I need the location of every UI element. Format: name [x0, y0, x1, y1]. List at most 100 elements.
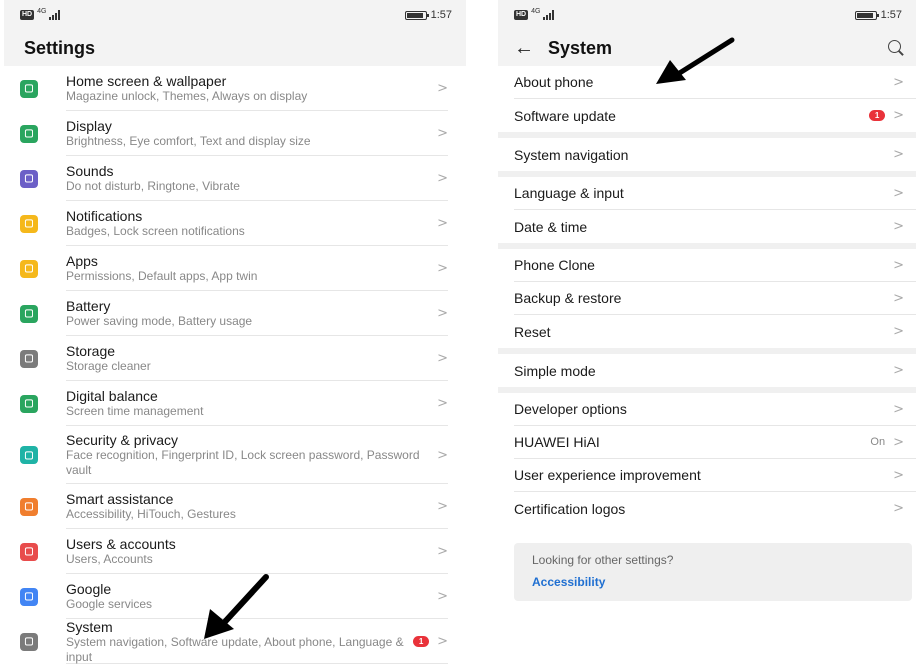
apps-icon: ▢ — [20, 259, 38, 278]
settings-item-notifications[interactable]: ▢ Notifications Badges, Lock screen notifi… — [4, 201, 466, 246]
settings-item-smart-assistance[interactable]: ▢ Smart assistance Accessibility, HiTouch,… — [4, 484, 466, 529]
status-bar: HD 4G 1:57 — [498, 0, 916, 30]
settings-item-system[interactable]: ▢ System System navigation, Software updat… — [4, 619, 466, 664]
system-item-certification-logos[interactable]: Certification logos > — [514, 492, 916, 525]
chevron-right-icon: > — [893, 434, 904, 450]
settings-item-storage[interactable]: ▢ Storage Storage cleaner > — [4, 336, 466, 381]
settings-item-users-accounts[interactable]: ▢ Users & accounts Users, Accounts > — [4, 529, 466, 574]
settings-item-subtitle: Badges, Lock screen notifications — [66, 224, 245, 238]
system-item-label: Date & time — [514, 218, 588, 235]
system-screen: HD 4G 1:57 ← System About phone > Software… — [498, 0, 916, 672]
settings-item-subtitle: Google services — [66, 597, 153, 611]
shield-icon: ▢ — [20, 446, 38, 464]
network-label: 4G — [531, 7, 541, 15]
title-bar: Settings — [4, 30, 466, 66]
system-item-developer-options[interactable]: Developer options > — [514, 393, 916, 426]
system-item-date-time[interactable]: Date & time > — [514, 210, 916, 243]
settings-item-subtitle: System navigation, Software update, Abou… — [66, 634, 404, 664]
settings-screen: HD 4G 1:57 Settings ▢ Home screen & wallp… — [4, 0, 466, 672]
bell-icon: ▢ — [20, 214, 38, 233]
hd-badge: HD — [514, 10, 529, 20]
chevron-right-icon: > — [437, 171, 448, 186]
sound-icon: ▢ — [20, 169, 38, 188]
chevron-right-icon: > — [437, 216, 448, 231]
settings-group: Language & input > Date & time > — [498, 177, 916, 243]
settings-item-home-screen-wallpaper[interactable]: ▢ Home screen & wallpaper Magazine unlock,… — [4, 66, 466, 111]
settings-item-sounds[interactable]: ▢ Sounds Do not disturb, Ringtone, Vibrate… — [4, 156, 466, 201]
system-item-label: Software update — [514, 107, 616, 124]
system-item-huawei-hiai[interactable]: HUAWEI HiAI On > — [514, 426, 916, 459]
google-icon: ▢ — [20, 587, 38, 606]
hourglass-icon: ▢ — [20, 394, 38, 413]
system-item-label: About phone — [514, 74, 594, 90]
search-icon[interactable] — [888, 40, 904, 56]
settings-item-apps[interactable]: ▢ Apps Permissions, Default apps, App twin… — [4, 246, 466, 291]
chevron-right-icon: > — [437, 447, 448, 463]
network-label: 4G — [37, 7, 47, 15]
settings-item-subtitle: Storage cleaner — [66, 359, 151, 373]
system-item-about-phone[interactable]: About phone > — [514, 66, 916, 99]
display-icon: ▢ — [20, 124, 38, 143]
signal-icon — [49, 10, 61, 20]
system-item-language-input[interactable]: Language & input > — [514, 177, 916, 210]
settings-group: About phone > Software update 1 > — [498, 66, 916, 132]
system-item-label: Reset — [514, 323, 551, 340]
chevron-right-icon: > — [437, 126, 448, 141]
system-item-reset[interactable]: Reset > — [514, 315, 916, 348]
chevron-right-icon: > — [437, 351, 448, 366]
chevron-right-icon: > — [893, 290, 904, 306]
storage-icon: ▢ — [20, 349, 38, 368]
system-item-label: HUAWEI HiAI — [514, 434, 600, 450]
hd-badge: HD — [20, 10, 35, 20]
settings-item-title: Apps — [66, 253, 98, 269]
settings-item-title: Display — [66, 118, 112, 134]
chevron-right-icon: > — [893, 147, 904, 162]
title-bar: ← System — [498, 30, 916, 66]
settings-item-title: Smart assistance — [66, 491, 174, 507]
home-screen-icon: ▢ — [20, 79, 38, 98]
settings-item-title: Users & accounts — [66, 536, 176, 552]
settings-list: ▢ Home screen & wallpaper Magazine unlock,… — [4, 66, 466, 664]
system-item-label: System navigation — [514, 146, 629, 163]
settings-item-display[interactable]: ▢ Display Brightness, Eye comfort, Text an… — [4, 111, 466, 156]
settings-item-subtitle: Screen time management — [66, 404, 204, 418]
system-item-software-update[interactable]: Software update 1 > — [514, 99, 916, 132]
settings-item-title: Battery — [66, 298, 111, 314]
settings-item-subtitle: Do not disturb, Ringtone, Vibrate — [66, 179, 240, 193]
other-settings-question: Looking for other settings? — [532, 553, 674, 567]
hand-icon: ▢ — [20, 497, 38, 516]
settings-group: Developer options > HUAWEI HiAI On > User exp… — [498, 393, 916, 525]
system-item-value: On — [870, 436, 886, 448]
back-arrow-icon[interactable]: ← — [514, 38, 534, 58]
system-item-simple-mode[interactable]: Simple mode > — [514, 354, 916, 387]
system-item-phone-clone[interactable]: Phone Clone > — [514, 249, 916, 282]
accessibility-link[interactable]: Accessibility — [532, 575, 912, 589]
settings-item-google[interactable]: ▢ Google Google services > — [4, 574, 466, 619]
system-item-backup-restore[interactable]: Backup & restore > — [514, 282, 916, 315]
system-item-label: Simple mode — [514, 362, 596, 379]
settings-item-title: Storage — [66, 343, 116, 359]
chevron-right-icon: > — [893, 108, 904, 123]
chevron-right-icon: > — [437, 499, 448, 514]
clock: 1:57 — [880, 9, 902, 21]
status-bar: HD 4G 1:57 — [4, 0, 466, 30]
settings-item-title: Sounds — [66, 163, 114, 179]
settings-item-subtitle: Magazine unlock, Themes, Always on displ… — [66, 89, 308, 103]
settings-item-security-privacy[interactable]: ▢ Security & privacy Face recognition, Fin… — [4, 426, 466, 484]
chevron-right-icon: > — [893, 467, 904, 483]
chevron-right-icon: > — [437, 396, 448, 411]
user-icon: ▢ — [20, 542, 38, 561]
chevron-right-icon: > — [437, 261, 448, 276]
system-item-user-experience-improvement[interactable]: User experience improvement > — [514, 459, 916, 492]
settings-item-battery[interactable]: ▢ Battery Power saving mode, Battery usage… — [4, 291, 466, 336]
settings-item-digital-balance[interactable]: ▢ Digital balance Screen time management > — [4, 381, 466, 426]
other-settings-card: Looking for other settings? Accessibilit… — [514, 543, 912, 601]
battery-status-icon — [854, 10, 879, 20]
system-list: About phone > Software update 1 > System navi… — [498, 66, 916, 525]
settings-group: Simple mode > — [498, 354, 916, 387]
system-item-system-navigation[interactable]: System navigation > — [514, 138, 916, 171]
chevron-right-icon: > — [437, 81, 448, 96]
page-title: System — [548, 37, 613, 58]
settings-item-subtitle: Power saving mode, Battery usage — [66, 314, 253, 328]
page-title: Settings — [24, 37, 96, 58]
